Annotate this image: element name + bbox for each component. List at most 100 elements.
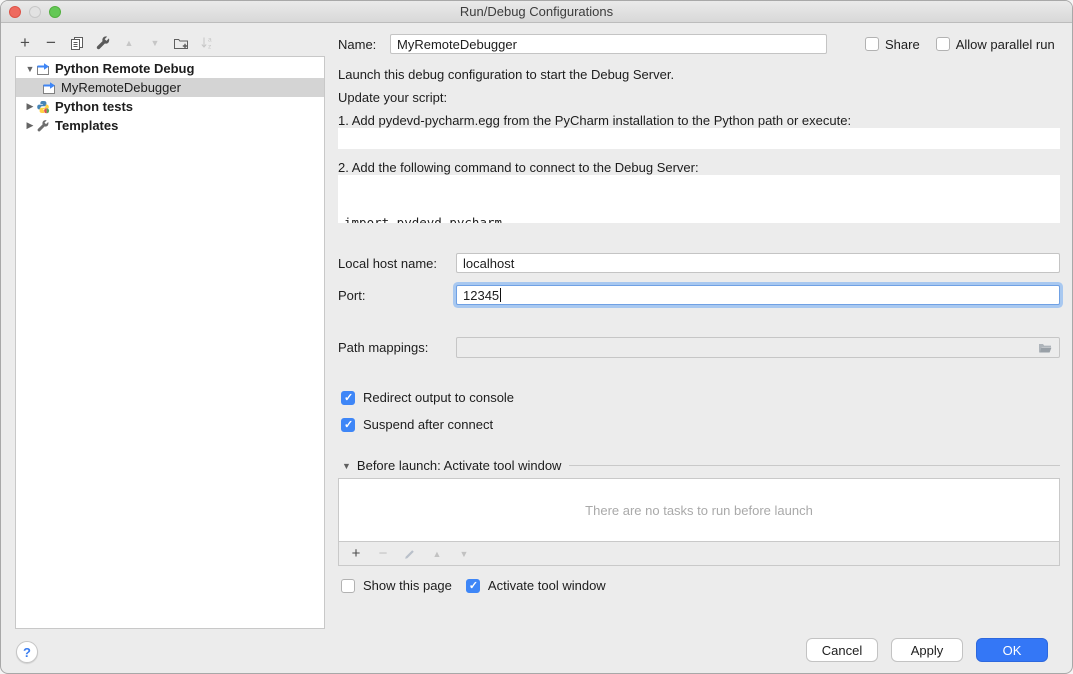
show-this-page-label: Show this page bbox=[363, 578, 452, 593]
move-up-icon: ▲ bbox=[125, 38, 134, 48]
activate-tool-window-checkbox[interactable] bbox=[466, 579, 480, 593]
templates-wrench-icon bbox=[36, 119, 50, 133]
dialog-buttons: Cancel Apply OK bbox=[806, 638, 1048, 662]
move-down-icon: ▼ bbox=[460, 549, 469, 559]
wrench-icon bbox=[95, 35, 111, 51]
titlebar[interactable]: Run/Debug Configurations bbox=[1, 1, 1072, 23]
activate-tool-window-label: Activate tool window bbox=[488, 578, 606, 593]
local-host-row: Local host name: localhost bbox=[338, 253, 1060, 273]
remove-task-button[interactable]: − bbox=[376, 547, 390, 561]
window-title: Run/Debug Configurations bbox=[460, 4, 613, 19]
python-tests-icon bbox=[36, 100, 50, 114]
tree-item-label: MyRemoteDebugger bbox=[61, 80, 181, 95]
browse-folder-icon[interactable] bbox=[1037, 340, 1053, 356]
suspend-after-connect-row[interactable]: Suspend after connect bbox=[341, 417, 1060, 432]
add-configuration-button[interactable]: + bbox=[17, 35, 33, 51]
collapse-section-icon[interactable]: ▼ bbox=[342, 461, 351, 471]
before-launch-title: Before launch: Activate tool window bbox=[357, 458, 562, 473]
copy-icon bbox=[69, 35, 85, 51]
path-mappings-input[interactable] bbox=[456, 337, 1060, 358]
name-input[interactable]: MyRemoteDebugger bbox=[390, 34, 827, 54]
expand-arrow-icon[interactable]: ▼ bbox=[24, 64, 36, 74]
tree-item-python-tests[interactable]: ▶ Python tests bbox=[16, 97, 324, 116]
text-caret bbox=[500, 288, 501, 302]
new-folder-button[interactable] bbox=[173, 35, 189, 51]
tree-item-label: Python tests bbox=[55, 99, 133, 114]
copy-configuration-button[interactable] bbox=[69, 35, 85, 51]
remove-configuration-button[interactable]: − bbox=[43, 35, 59, 51]
port-row: Port: 12345 bbox=[338, 285, 1060, 305]
minus-icon: − bbox=[46, 35, 56, 51]
redirect-output-checkbox[interactable] bbox=[341, 391, 355, 405]
port-label: Port: bbox=[338, 288, 456, 303]
collapse-arrow-icon[interactable]: ▶ bbox=[24, 120, 36, 131]
cancel-button[interactable]: Cancel bbox=[806, 638, 878, 662]
apply-button[interactable]: Apply bbox=[891, 638, 963, 662]
before-launch-header[interactable]: ▼ Before launch: Activate tool window bbox=[338, 458, 1060, 473]
tree-item-python-remote-debug[interactable]: ▼ Python Remote Debug bbox=[16, 59, 324, 78]
tree-item-label: Templates bbox=[55, 118, 118, 133]
new-folder-icon bbox=[173, 35, 189, 51]
tree-item-myremotedebugger[interactable]: MyRemoteDebugger bbox=[16, 78, 324, 97]
intro-line-2: Update your script: bbox=[338, 90, 1060, 105]
show-this-page-checkbox[interactable] bbox=[341, 579, 355, 593]
pencil-icon bbox=[403, 547, 417, 561]
step2-text: 2. Add the following command to connect … bbox=[338, 160, 1060, 175]
name-row: Name: MyRemoteDebugger Share Allow paral… bbox=[338, 34, 1060, 54]
run-debug-configurations-dialog: Run/Debug Configurations + − ▲ ▼ bbox=[0, 0, 1073, 674]
suspend-after-connect-checkbox[interactable] bbox=[341, 418, 355, 432]
step1-text: 1. Add pydevd-pycharm.egg from the PyCha… bbox=[338, 113, 1060, 128]
move-down-icon: ▼ bbox=[151, 38, 160, 48]
tree-item-label: Python Remote Debug bbox=[55, 61, 194, 76]
configurations-tree: ▼ Python Remote Debug MyRemoteDebugger ▶ bbox=[15, 56, 325, 629]
svg-text:z: z bbox=[208, 44, 211, 51]
move-task-down-button[interactable]: ▼ bbox=[457, 547, 471, 561]
help-button[interactable]: ? bbox=[16, 641, 38, 663]
zoom-window-button[interactable] bbox=[49, 6, 61, 18]
pip-install-code-block: pip install pydevd-pycharm~=191.6605.12 bbox=[338, 128, 1060, 149]
code-line-1: import pydevd_pycharm bbox=[344, 214, 1054, 223]
allow-parallel-run-checkbox[interactable] bbox=[936, 37, 950, 51]
add-task-button[interactable]: + bbox=[349, 547, 363, 561]
empty-tasks-text: There are no tasks to run before launch bbox=[585, 503, 813, 518]
page-options-row: Show this page Activate tool window bbox=[341, 578, 1060, 593]
move-task-up-button[interactable]: ▲ bbox=[430, 547, 444, 561]
suspend-after-connect-label: Suspend after connect bbox=[363, 417, 493, 432]
name-label: Name: bbox=[338, 37, 390, 52]
share-checkbox[interactable] bbox=[865, 37, 879, 51]
remote-debug-icon bbox=[42, 81, 56, 95]
ok-button[interactable]: OK bbox=[976, 638, 1048, 662]
port-input[interactable]: 12345 bbox=[456, 285, 1060, 305]
intro-line-1: Launch this debug configuration to start… bbox=[338, 67, 1060, 82]
edit-defaults-button[interactable] bbox=[95, 35, 111, 51]
allow-parallel-run-label: Allow parallel run bbox=[956, 37, 1055, 52]
tree-item-templates[interactable]: ▶ Templates bbox=[16, 116, 324, 135]
svg-text:a: a bbox=[208, 37, 212, 44]
minimize-window-button[interactable] bbox=[29, 6, 41, 18]
move-up-button[interactable]: ▲ bbox=[121, 35, 137, 51]
sort-configurations-button[interactable]: a z bbox=[199, 35, 215, 51]
configurations-toolbar: + − ▲ ▼ a z bbox=[17, 31, 215, 55]
local-host-label: Local host name: bbox=[338, 256, 456, 271]
remote-debug-icon bbox=[36, 62, 50, 76]
path-mappings-row: Path mappings: bbox=[338, 337, 1060, 358]
local-host-input[interactable]: localhost bbox=[456, 253, 1060, 273]
move-down-button[interactable]: ▼ bbox=[147, 35, 163, 51]
plus-icon: + bbox=[352, 547, 361, 561]
move-up-icon: ▲ bbox=[433, 549, 442, 559]
question-mark-icon: ? bbox=[23, 645, 31, 660]
minus-icon: − bbox=[379, 547, 388, 561]
before-launch-toolbar: + − ▲ ▼ bbox=[338, 542, 1060, 566]
before-launch-task-list[interactable]: There are no tasks to run before launch bbox=[338, 478, 1060, 542]
share-label: Share bbox=[885, 37, 920, 52]
window-controls bbox=[9, 6, 61, 18]
section-divider bbox=[569, 465, 1060, 466]
plus-icon: + bbox=[20, 35, 30, 51]
collapse-arrow-icon[interactable]: ▶ bbox=[24, 101, 36, 112]
redirect-output-row[interactable]: Redirect output to console bbox=[341, 390, 1060, 405]
settrace-code-block: import pydevd_pycharm pydevd_pycharm.set… bbox=[338, 175, 1060, 223]
redirect-output-label: Redirect output to console bbox=[363, 390, 514, 405]
edit-task-button[interactable] bbox=[403, 547, 417, 561]
path-mappings-label: Path mappings: bbox=[338, 340, 456, 355]
close-window-button[interactable] bbox=[9, 6, 21, 18]
